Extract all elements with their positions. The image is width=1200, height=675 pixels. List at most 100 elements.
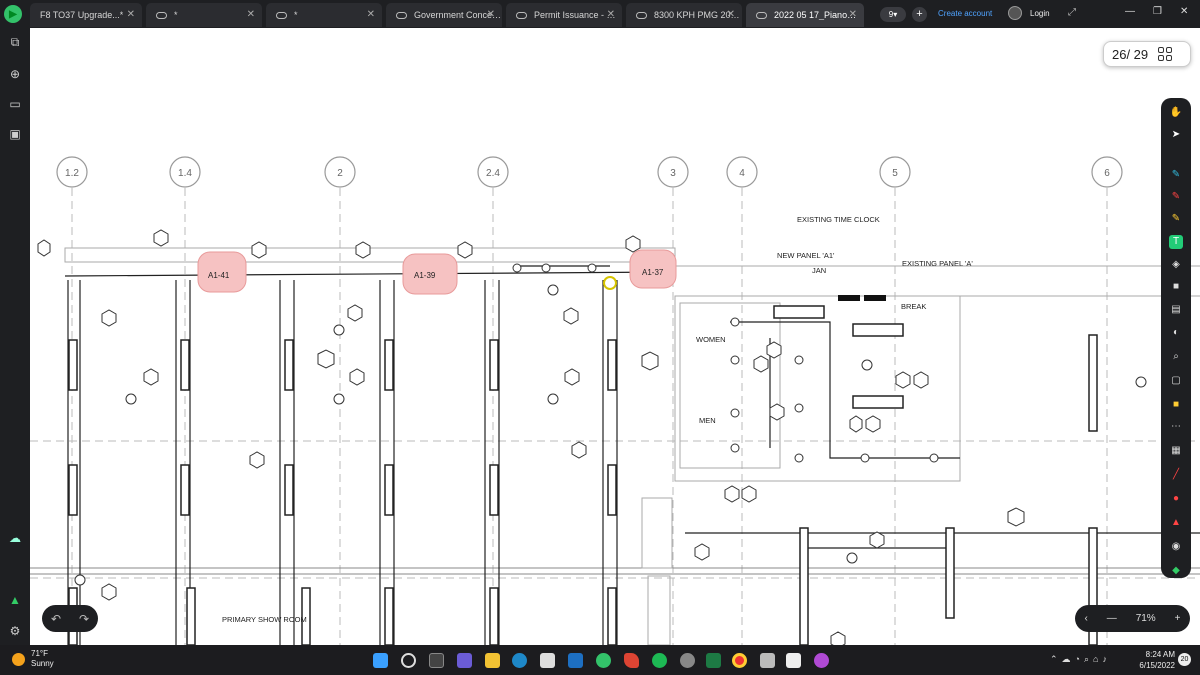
grid-label: 3	[670, 168, 676, 179]
highlighter-tool-icon[interactable]: ✎	[1169, 190, 1183, 204]
create-account-link[interactable]: Create account	[938, 9, 992, 18]
excel-icon[interactable]	[706, 653, 721, 668]
close-icon[interactable]: ✕	[607, 9, 615, 20]
shape-tool-icon[interactable]: ■	[1169, 280, 1183, 294]
settings-icon[interactable]: ⚙	[7, 623, 23, 639]
cloud-tool-icon[interactable]: ▢	[1169, 374, 1183, 388]
women-label: WOMEN	[696, 335, 726, 344]
tab-2[interactable]: * ✕	[146, 3, 262, 27]
close-window-button[interactable]: ✕	[1180, 6, 1188, 17]
measure-tool-icon[interactable]: ▤	[1169, 303, 1183, 317]
zoom-out-icon[interactable]: —	[1107, 613, 1117, 624]
close-icon[interactable]: ✕	[487, 9, 495, 20]
store-icon[interactable]	[540, 653, 555, 668]
image-tool-icon[interactable]: ▦	[1169, 444, 1183, 458]
binoculars-icon[interactable]: ⊕	[7, 66, 23, 82]
tab-6[interactable]: 8300 KPH PMG 2004... ✕	[626, 3, 742, 27]
existing-panel-label: EXISTING PANEL 'A'	[902, 259, 973, 268]
task-view-icon[interactable]	[429, 653, 444, 668]
thumbnail-grid-icon[interactable]	[1158, 47, 1173, 61]
tab-count: 9	[888, 10, 894, 19]
break-label: BREAK	[901, 302, 926, 311]
calculator-icon[interactable]	[760, 653, 775, 668]
grid-label: 5	[892, 168, 898, 179]
text-tool-icon[interactable]: T	[1169, 235, 1183, 249]
zoom-value[interactable]: 71%	[1136, 613, 1156, 624]
grid-label: 6	[1104, 168, 1110, 179]
tab-1[interactable]: F8 TO37 Upgrade...* ✕	[30, 3, 142, 27]
pages-icon[interactable]: ⧉	[7, 34, 23, 50]
weather-widget[interactable]: 71°F Sunny	[12, 649, 54, 669]
tab-count-button[interactable]: 9▾	[880, 7, 906, 22]
cloud-icon	[516, 11, 527, 19]
chevron-left-icon[interactable]: ‹	[1084, 613, 1087, 624]
eraser-tool-icon[interactable]: ◈	[1169, 258, 1183, 272]
close-icon[interactable]: ✕	[849, 9, 857, 20]
close-icon[interactable]: ✕	[727, 9, 735, 20]
marker-tool-icon[interactable]: ✎	[1169, 212, 1183, 226]
snipping-tool-icon[interactable]	[786, 653, 801, 668]
system-tray[interactable]: ⌃☁◔⌕⌂♪	[1050, 654, 1111, 665]
floor-plan-drawing: 1.2 1.4 2 2.4 3 4 5 6 A1-41 A1-39 A1-37 …	[30, 156, 1200, 645]
redo-icon[interactable]: ↷	[79, 612, 89, 626]
expand-icon[interactable]: ⤢	[1068, 7, 1076, 18]
rectangle-icon[interactable]: ▭	[7, 96, 23, 112]
close-icon[interactable]: ✕	[367, 9, 375, 20]
maximize-button[interactable]: ❐	[1153, 6, 1162, 17]
close-icon[interactable]: ✕	[247, 9, 255, 20]
chrome-icon[interactable]	[732, 653, 747, 668]
search-icon[interactable]	[401, 653, 416, 668]
sticky-note-icon[interactable]: ■	[1169, 398, 1183, 412]
page-indicator[interactable]: 26/ 29	[1103, 41, 1191, 67]
bluebeam-icon[interactable]	[596, 653, 611, 668]
zoom-control: ‹ — 71% +	[1075, 605, 1190, 632]
more-tools-icon[interactable]: ⋯	[1169, 420, 1183, 434]
zoom-in-icon[interactable]: +	[1175, 613, 1181, 624]
graduation-icon[interactable]: ▲	[7, 592, 23, 608]
photo-icon[interactable]: ▲	[1169, 516, 1183, 530]
undo-redo-control: ↶ ↷	[42, 605, 98, 632]
new-panel-label: NEW PANEL 'A1'	[777, 251, 835, 260]
target-icon[interactable]: ◉	[1169, 540, 1183, 554]
close-icon[interactable]: ✕	[127, 9, 135, 20]
record-icon[interactable]: ●	[1169, 492, 1183, 506]
cloud-icon	[636, 11, 647, 19]
spotify-icon[interactable]	[652, 653, 667, 668]
edge-icon[interactable]	[512, 653, 527, 668]
tab-7[interactable]: 2022 05 17_PianoWer...*✕	[746, 3, 864, 27]
tab-4[interactable]: Government Concept... ✕	[386, 3, 502, 27]
start-icon[interactable]	[373, 653, 388, 668]
drawing-canvas[interactable]: 1.2 1.4 2 2.4 3 4 5 6 A1-41 A1-39 A1-37 …	[30, 28, 1200, 645]
tab-3[interactable]: * ✕	[266, 3, 382, 27]
new-tab-button[interactable]: +	[912, 7, 927, 22]
grid-label: 2	[337, 168, 343, 179]
app-red-icon[interactable]	[624, 653, 639, 668]
save-icon[interactable]: ▣	[7, 126, 23, 142]
app-purple-icon[interactable]	[814, 653, 829, 668]
tab-label: *	[174, 10, 178, 20]
undo-icon[interactable]: ↶	[51, 612, 61, 626]
cloud-sync-icon[interactable]: ☁	[7, 530, 23, 546]
teams-icon[interactable]	[457, 653, 472, 668]
settings-app-icon[interactable]	[680, 653, 695, 668]
outlook-icon[interactable]	[568, 653, 583, 668]
jan-label: JAN	[812, 266, 826, 275]
hand-tool-icon[interactable]: ✋	[1169, 106, 1183, 120]
notification-badge[interactable]: 20	[1178, 653, 1191, 666]
app-logo-icon[interactable]: ▶	[4, 5, 22, 23]
panel-tag: A1-41	[208, 271, 230, 280]
select-arrow-icon[interactable]: ➤	[1169, 128, 1183, 142]
minimize-button[interactable]: —	[1125, 6, 1135, 17]
lasso-tool-icon[interactable]: ⌕	[1169, 350, 1183, 364]
stamp-tool-icon[interactable]: ◐	[1169, 326, 1183, 340]
cloud-icon	[276, 11, 287, 19]
line-tool-icon[interactable]: ╱	[1169, 468, 1183, 482]
app-switch-icon[interactable]: ◆	[1169, 564, 1183, 578]
tab-5[interactable]: Permit Issuance - ME... ✕	[506, 3, 622, 27]
file-explorer-icon[interactable]	[485, 653, 500, 668]
panel-tag: A1-37	[642, 268, 664, 277]
clock[interactable]: 8:24 AM 6/15/2022	[1137, 649, 1175, 671]
login-button[interactable]: Login	[1008, 6, 1050, 20]
tab-label: F8 TO37 Upgrade...*	[40, 10, 124, 20]
pen-tool-icon[interactable]: ✎	[1169, 168, 1183, 182]
